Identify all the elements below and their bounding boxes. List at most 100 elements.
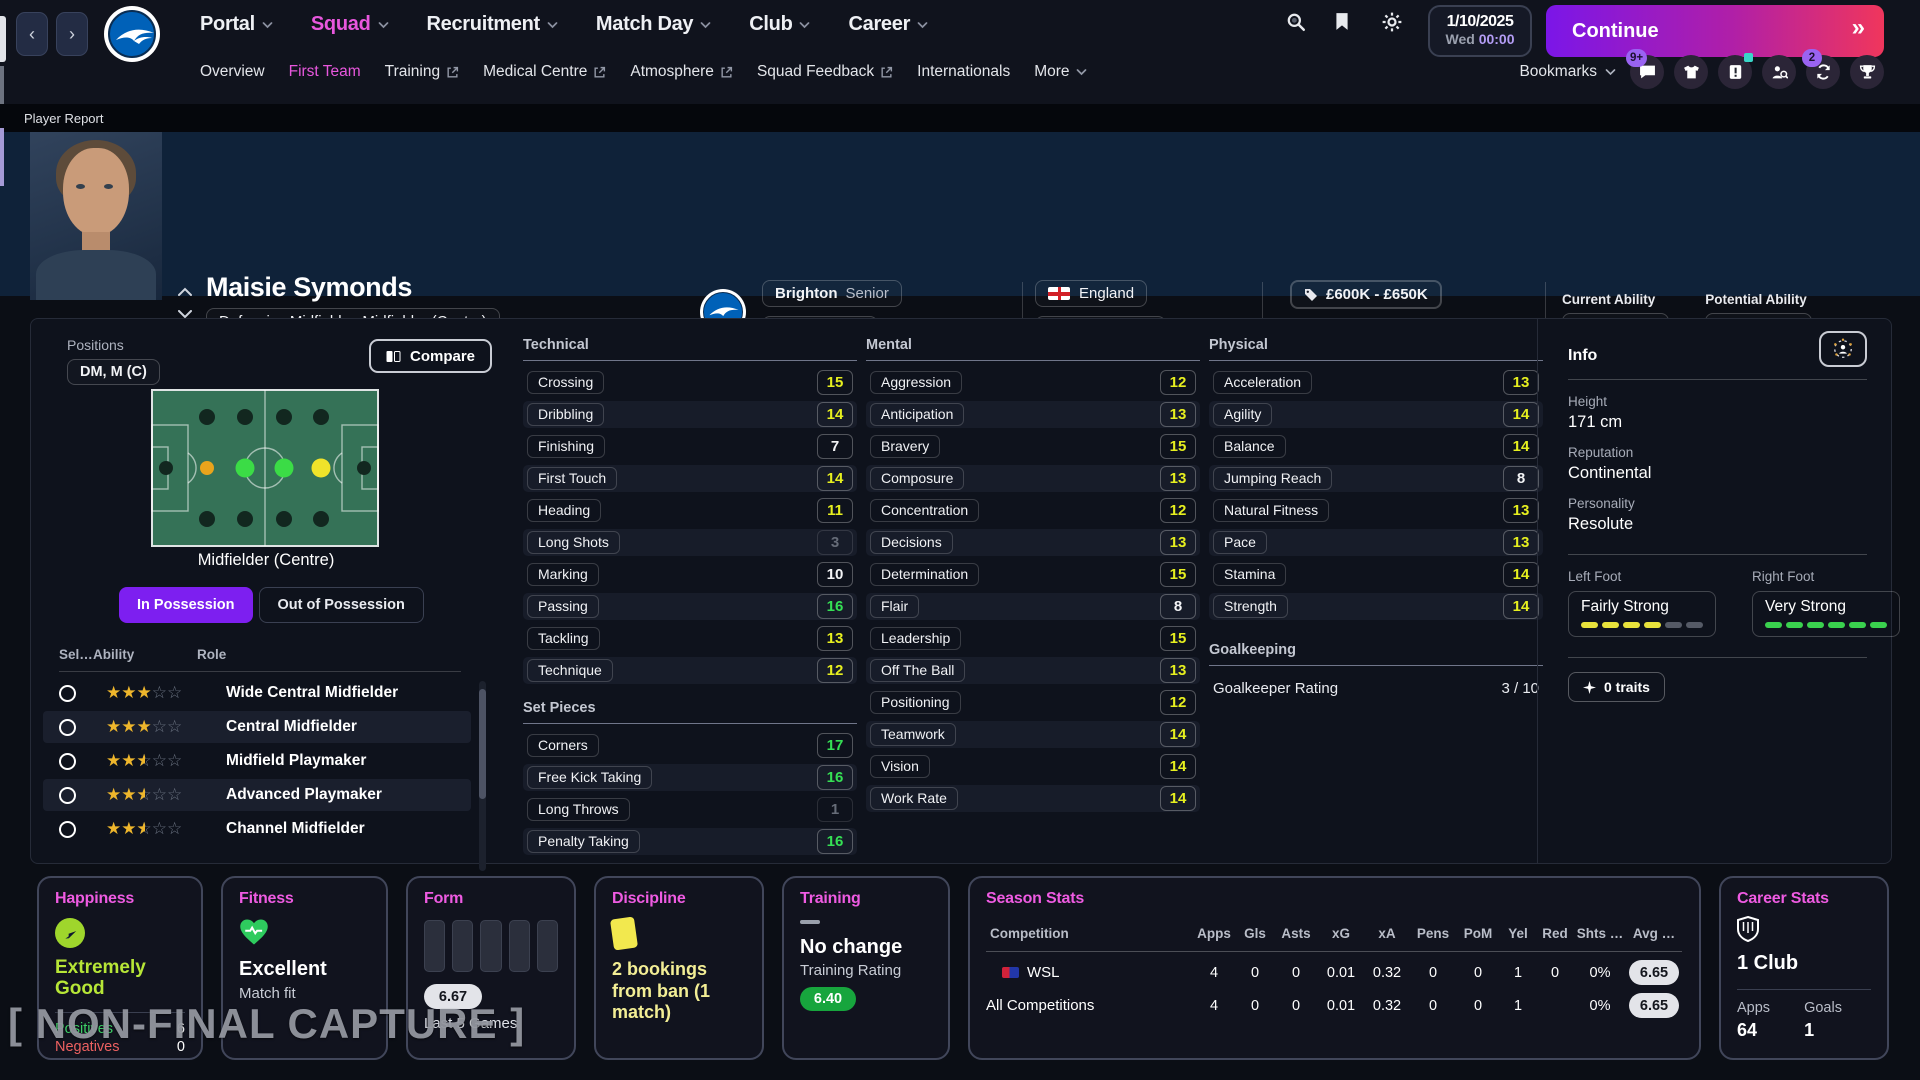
attribute-name[interactable]: Natural Fitness	[1213, 499, 1329, 522]
search-icon[interactable]	[1286, 12, 1308, 34]
nav-item-career[interactable]: Career	[848, 13, 928, 36]
attribute-name[interactable]: Crossing	[527, 371, 604, 394]
nation-pill[interactable]: England	[1035, 280, 1147, 307]
attribute-name[interactable]: Aggression	[870, 371, 962, 394]
back-button[interactable]: ‹	[16, 12, 48, 56]
role-row[interactable]: ★★☆★☆☆Midfield Playmaker	[43, 745, 471, 777]
attribute-name[interactable]: Free Kick Taking	[527, 766, 652, 789]
prev-player-chevron-icon[interactable]	[178, 287, 192, 296]
fitness-card[interactable]: Fitness Excellent Match fit	[221, 876, 388, 1060]
subnav-item-medical-centre[interactable]: Medical Centre	[483, 63, 606, 81]
role-row[interactable]: ★★☆★☆☆Advanced Playmaker	[43, 779, 471, 811]
profile-focus-button[interactable]	[1819, 331, 1867, 367]
continue-button[interactable]: Continue »	[1546, 5, 1884, 57]
attribute-name[interactable]: Bravery	[870, 435, 940, 458]
role-list-scrollbar[interactable]	[479, 681, 486, 871]
attribute-name[interactable]: Corners	[527, 734, 599, 757]
forward-button[interactable]: ›	[56, 12, 88, 56]
role-select-radio[interactable]	[59, 719, 76, 736]
attribute-name[interactable]: Vision	[870, 755, 930, 778]
happiness-card[interactable]: Happiness Extremely Good Positives6 Nega…	[37, 876, 203, 1060]
career-stats-card[interactable]: Career Stats 1 Club Apps64 Goals1	[1719, 876, 1889, 1060]
club-crest-logo[interactable]	[104, 6, 160, 62]
attribute-name[interactable]: Marking	[527, 563, 599, 586]
club-pill[interactable]: BrightonSenior	[762, 280, 902, 307]
attribute-name[interactable]: First Touch	[527, 467, 617, 490]
swap-icon[interactable]: 2	[1806, 55, 1840, 89]
attribute-name[interactable]: Leadership	[870, 627, 961, 650]
attribute-name[interactable]: Long Throws	[527, 798, 630, 821]
attribute-name[interactable]: Pace	[1213, 531, 1267, 554]
bookmarks-dropdown[interactable]: Bookmarks	[1519, 63, 1616, 81]
nav-item-club[interactable]: Club	[749, 13, 810, 36]
toggle-in-possession[interactable]: In Possession	[119, 587, 253, 623]
traits-button[interactable]: 0 traits	[1568, 672, 1665, 702]
subnav-item-atmosphere[interactable]: Atmosphere	[630, 63, 733, 81]
role-row[interactable]: ★★★☆☆Central Midfielder	[43, 711, 471, 743]
discipline-card[interactable]: Discipline 2 bookings from ban (1 match)	[594, 876, 764, 1060]
star-half-icon: ☆★	[137, 753, 152, 770]
attribute-name[interactable]: Stamina	[1213, 563, 1286, 586]
subnav-item-overview[interactable]: Overview	[200, 63, 265, 81]
personality-label: Personality	[1568, 496, 1867, 511]
attribute-name[interactable]: Flair	[870, 595, 919, 618]
subnav-item-first-team[interactable]: First Team	[289, 63, 361, 81]
settings-icon[interactable]	[1382, 12, 1404, 34]
transfer-value-pill[interactable]: £600K - £650K	[1290, 280, 1442, 309]
attribute-name[interactable]: Acceleration	[1213, 371, 1312, 394]
trophy-icon[interactable]	[1850, 55, 1884, 89]
role-select-radio[interactable]	[59, 787, 76, 804]
nav-item-label: Recruitment	[427, 13, 540, 36]
subnav-item-more[interactable]: More	[1034, 63, 1086, 81]
role-select-radio[interactable]	[59, 753, 76, 770]
star-full-icon: ★	[106, 787, 121, 804]
compare-button[interactable]: Compare	[369, 339, 492, 373]
role-select-radio[interactable]	[59, 821, 76, 838]
nav-item-match-day[interactable]: Match Day	[596, 13, 711, 36]
role-select-radio[interactable]	[59, 685, 76, 702]
attribute-name[interactable]: Composure	[870, 467, 964, 490]
attribute-name[interactable]: Long Shots	[527, 531, 620, 554]
attribute-name[interactable]: Passing	[527, 595, 599, 618]
attribute-name[interactable]: Balance	[1213, 435, 1286, 458]
game-date[interactable]: 1/10/2025 Wed 00:00	[1428, 5, 1532, 57]
attribute-name[interactable]: Agility	[1213, 403, 1272, 426]
role-row[interactable]: ★★☆★☆☆Channel Midfielder	[43, 813, 471, 845]
attribute-name[interactable]: Penalty Taking	[527, 830, 640, 853]
role-row[interactable]: ★★★☆☆Wide Central Midfielder	[43, 677, 471, 709]
nav-item-squad[interactable]: Squad	[311, 13, 389, 36]
subnav-item-training[interactable]: Training	[385, 63, 459, 81]
training-card[interactable]: Training No change Training Rating 6.40	[782, 876, 950, 1060]
subnav-item-squad-feedback[interactable]: Squad Feedback	[757, 63, 893, 81]
scout-icon[interactable]	[1762, 55, 1796, 89]
chat-icon[interactable]: 9+	[1630, 55, 1664, 89]
form-card[interactable]: Form 6.67 Last 5 Games	[406, 876, 576, 1060]
attribute-value: 11	[817, 498, 853, 523]
nav-item-recruitment[interactable]: Recruitment	[427, 13, 558, 36]
bookmark-icon[interactable]	[1334, 12, 1356, 34]
shirt-icon[interactable]	[1674, 55, 1708, 89]
attribute-name[interactable]: Work Rate	[870, 787, 958, 810]
attribute-name[interactable]: Finishing	[527, 435, 605, 458]
attribute-name[interactable]: Technique	[527, 659, 613, 682]
nav-item-portal[interactable]: Portal	[200, 13, 273, 36]
attribute-name[interactable]: Jumping Reach	[1213, 467, 1332, 490]
attribute-name[interactable]: Heading	[527, 499, 601, 522]
season-stats-card[interactable]: Season Stats CompetitionAppsGlsAstsxGxAP…	[968, 876, 1701, 1060]
attribute-name[interactable]: Anticipation	[870, 403, 964, 426]
card-icon[interactable]	[1718, 55, 1752, 89]
attribute-name[interactable]: Dribbling	[527, 403, 604, 426]
attribute-name[interactable]: Tackling	[527, 627, 600, 650]
attribute-name[interactable]: Strength	[1213, 595, 1288, 618]
attribute-name[interactable]: Positioning	[870, 691, 961, 714]
player-cycle-buttons	[178, 287, 192, 319]
attribute-name[interactable]: Off The Ball	[870, 659, 965, 682]
attribute-name[interactable]: Determination	[870, 563, 979, 586]
attribute-value: 14	[817, 466, 853, 491]
attribute-name[interactable]: Decisions	[870, 531, 953, 554]
sub-nav: Overview First Team Training Medical Centre…	[200, 52, 1087, 92]
toggle-out-of-possession[interactable]: Out of Possession	[259, 587, 424, 623]
attribute-name[interactable]: Teamwork	[870, 723, 956, 746]
subnav-item-internationals[interactable]: Internationals	[917, 63, 1010, 81]
attribute-name[interactable]: Concentration	[870, 499, 979, 522]
